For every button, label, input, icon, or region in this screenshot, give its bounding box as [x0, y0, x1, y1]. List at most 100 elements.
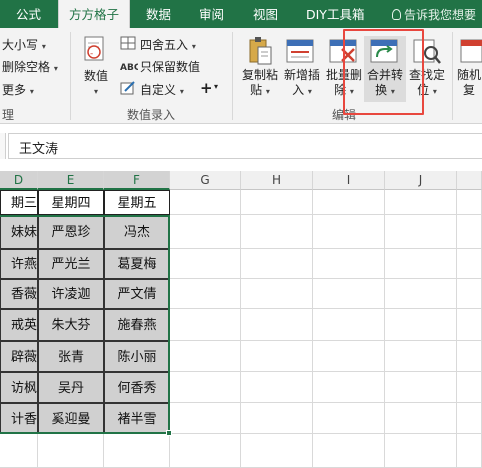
empty-cell[interactable] [170, 215, 241, 249]
table-cell[interactable]: 严光兰 [38, 249, 104, 279]
column-header-e[interactable]: E [38, 171, 104, 190]
empty-cell[interactable] [241, 279, 313, 309]
random-button[interactable]: 随机 复 [456, 68, 482, 98]
empty-cell[interactable] [170, 309, 241, 341]
tab-formulas[interactable]: 公式 [16, 0, 41, 28]
table-cell[interactable]: 朱大芬 [38, 309, 104, 341]
empty-cell[interactable] [170, 434, 241, 468]
empty-cell[interactable] [385, 215, 457, 249]
empty-cell[interactable] [241, 215, 313, 249]
column-header-d[interactable]: D [0, 171, 38, 190]
table-cell[interactable]: 葛夏梅 [104, 249, 170, 279]
empty-cell[interactable] [457, 215, 482, 249]
table-cell[interactable]: 严恩珍 [38, 215, 104, 249]
tab-review[interactable]: 审阅 [199, 0, 224, 28]
empty-cell[interactable] [457, 372, 482, 403]
empty-cell[interactable] [385, 372, 457, 403]
table-cell[interactable]: 陈小丽 [104, 341, 170, 372]
tab-diy-toolbox[interactable]: DIY工具箱 [306, 0, 364, 28]
round-button[interactable]: 四舍五入 ▾ [140, 36, 196, 53]
empty-cell[interactable] [241, 372, 313, 403]
table-cell[interactable]: 妹妹 [0, 215, 38, 249]
fill-handle[interactable] [166, 430, 172, 436]
header-cell[interactable]: 星期五 [104, 190, 170, 215]
empty-cell[interactable] [385, 190, 457, 215]
tab-fangfang[interactable]: 方方格子 [58, 0, 130, 28]
empty-cell[interactable] [313, 309, 385, 341]
empty-cell[interactable] [170, 372, 241, 403]
table-cell[interactable]: 许燕 [0, 249, 38, 279]
empty-cell[interactable] [241, 434, 313, 468]
empty-cell[interactable] [457, 341, 482, 372]
column-header-next[interactable] [457, 171, 482, 190]
tell-me-box[interactable]: 告诉我您想要 [392, 0, 476, 28]
table-cell[interactable]: 张青 [38, 341, 104, 372]
more-button[interactable]: 更多 ▾ [2, 81, 34, 98]
empty-cell[interactable] [385, 341, 457, 372]
table-cell[interactable]: 何香秀 [104, 372, 170, 403]
empty-cell[interactable] [385, 249, 457, 279]
empty-cell[interactable] [241, 249, 313, 279]
remove-spaces-button[interactable]: 删除空格 ▾ [2, 58, 58, 75]
column-header-f[interactable]: F [104, 171, 170, 190]
table-cell[interactable]: 戒英 [0, 309, 38, 341]
empty-cell[interactable] [313, 215, 385, 249]
case-button[interactable]: 大小写 ▾ [2, 36, 46, 53]
table-cell[interactable]: 施春燕 [104, 309, 170, 341]
keep-values-button[interactable]: 只保留数值 [140, 58, 200, 75]
empty-cell[interactable] [170, 341, 241, 372]
add-insert-button[interactable]: 新增插 入 ▾ [280, 68, 324, 99]
custom-button[interactable]: 自定义 ▾ [140, 81, 184, 98]
empty-cell[interactable] [385, 309, 457, 341]
header-cell[interactable]: 星期四 [38, 190, 104, 215]
empty-cell[interactable] [385, 434, 457, 468]
empty-cell[interactable] [313, 341, 385, 372]
empty-cell[interactable] [241, 341, 313, 372]
empty-cell[interactable] [104, 434, 170, 468]
empty-cell[interactable] [313, 279, 385, 309]
empty-cell[interactable] [0, 434, 38, 468]
tab-data[interactable]: 数据 [146, 0, 171, 28]
empty-cell[interactable] [457, 279, 482, 309]
column-header-h[interactable]: H [241, 171, 313, 190]
empty-cell[interactable] [313, 434, 385, 468]
empty-cell[interactable] [457, 434, 482, 468]
empty-cell[interactable] [313, 403, 385, 434]
table-cell[interactable]: 冯杰 [104, 215, 170, 249]
empty-cell[interactable] [457, 403, 482, 434]
table-cell[interactable]: 奚迎曼 [38, 403, 104, 434]
empty-cell[interactable] [313, 190, 385, 215]
tab-view[interactable]: 视图 [253, 0, 278, 28]
header-cell[interactable]: 期三 [0, 190, 38, 215]
empty-cell[interactable] [313, 249, 385, 279]
table-cell[interactable]: 严文倩 [104, 279, 170, 309]
table-cell[interactable]: 许凌迦 [38, 279, 104, 309]
add-button[interactable]: + [200, 79, 213, 97]
copy-paste-button[interactable]: 复制粘 贴 ▾ [238, 68, 282, 99]
table-cell[interactable]: 吴丹 [38, 372, 104, 403]
column-header-g[interactable]: G [170, 171, 241, 190]
empty-cell[interactable] [241, 403, 313, 434]
table-cell[interactable]: 计香 [0, 403, 38, 434]
empty-cell[interactable] [170, 190, 241, 215]
table-cell[interactable]: 褚半雪 [104, 403, 170, 434]
empty-cell[interactable] [457, 309, 482, 341]
empty-cell[interactable] [457, 249, 482, 279]
empty-cell[interactable] [241, 190, 313, 215]
empty-cell[interactable] [241, 309, 313, 341]
empty-cell[interactable] [313, 372, 385, 403]
empty-cell[interactable] [170, 403, 241, 434]
empty-cell[interactable] [170, 249, 241, 279]
table-cell[interactable]: 辟薇 [0, 341, 38, 372]
empty-cell[interactable] [38, 434, 104, 468]
empty-cell[interactable] [385, 403, 457, 434]
number-value-button[interactable]: 数值 ▾ [80, 69, 112, 99]
formula-input[interactable] [8, 133, 482, 159]
column-header-j[interactable]: J [385, 171, 457, 190]
empty-cell[interactable] [457, 190, 482, 215]
column-header-i[interactable]: I [313, 171, 385, 190]
table-cell[interactable]: 访枫 [0, 372, 38, 403]
name-box-edge[interactable] [0, 133, 6, 159]
table-cell[interactable]: 香薇 [0, 279, 38, 309]
empty-cell[interactable] [170, 279, 241, 309]
